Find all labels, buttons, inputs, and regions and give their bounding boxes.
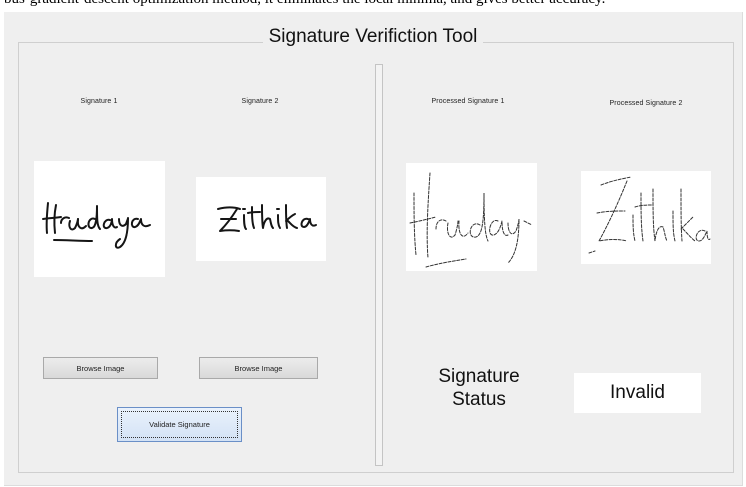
browse-image-1-button[interactable]: Browse Image [43,357,158,379]
browse-image-2-button[interactable]: Browse Image [199,357,318,379]
processed-signature-2-image [581,171,711,264]
processed-signature-1-label: Processed Signature 1 [431,98,505,105]
panel-divider [375,64,383,466]
validate-signature-button[interactable]: Validate Signature [117,407,242,442]
signature-2-image [196,177,326,261]
processed-signature-2-label: Processed Signature 2 [609,100,683,107]
thinned-hrudaya-icon [409,172,533,268]
processed-signature-1-image [406,163,537,271]
status-value-box: Invalid [574,373,701,413]
hrudaya-signature-icon [42,202,151,249]
rithika-signature-icon [217,204,317,232]
signature-1-label: Signature 1 [80,98,118,105]
thinned-rithika-icon [588,176,711,254]
focus-rectangle [121,411,238,438]
signature-1-image [34,161,165,277]
window-title-text: Signature Verifiction Tool [262,26,484,47]
signature-2-label: Signature 2 [241,98,279,105]
signature-status-text: Signature Status [438,366,520,410]
status-value-text: Invalid [610,382,665,403]
figure-caption-cropped: bus-gradient-descent optimization method… [0,0,746,9]
window-title: Signature Verifiction Tool [4,25,742,49]
app-window: Signature Verifiction Tool Signature 1 S… [4,12,743,486]
signature-status-label: Signature Status [409,365,549,411]
